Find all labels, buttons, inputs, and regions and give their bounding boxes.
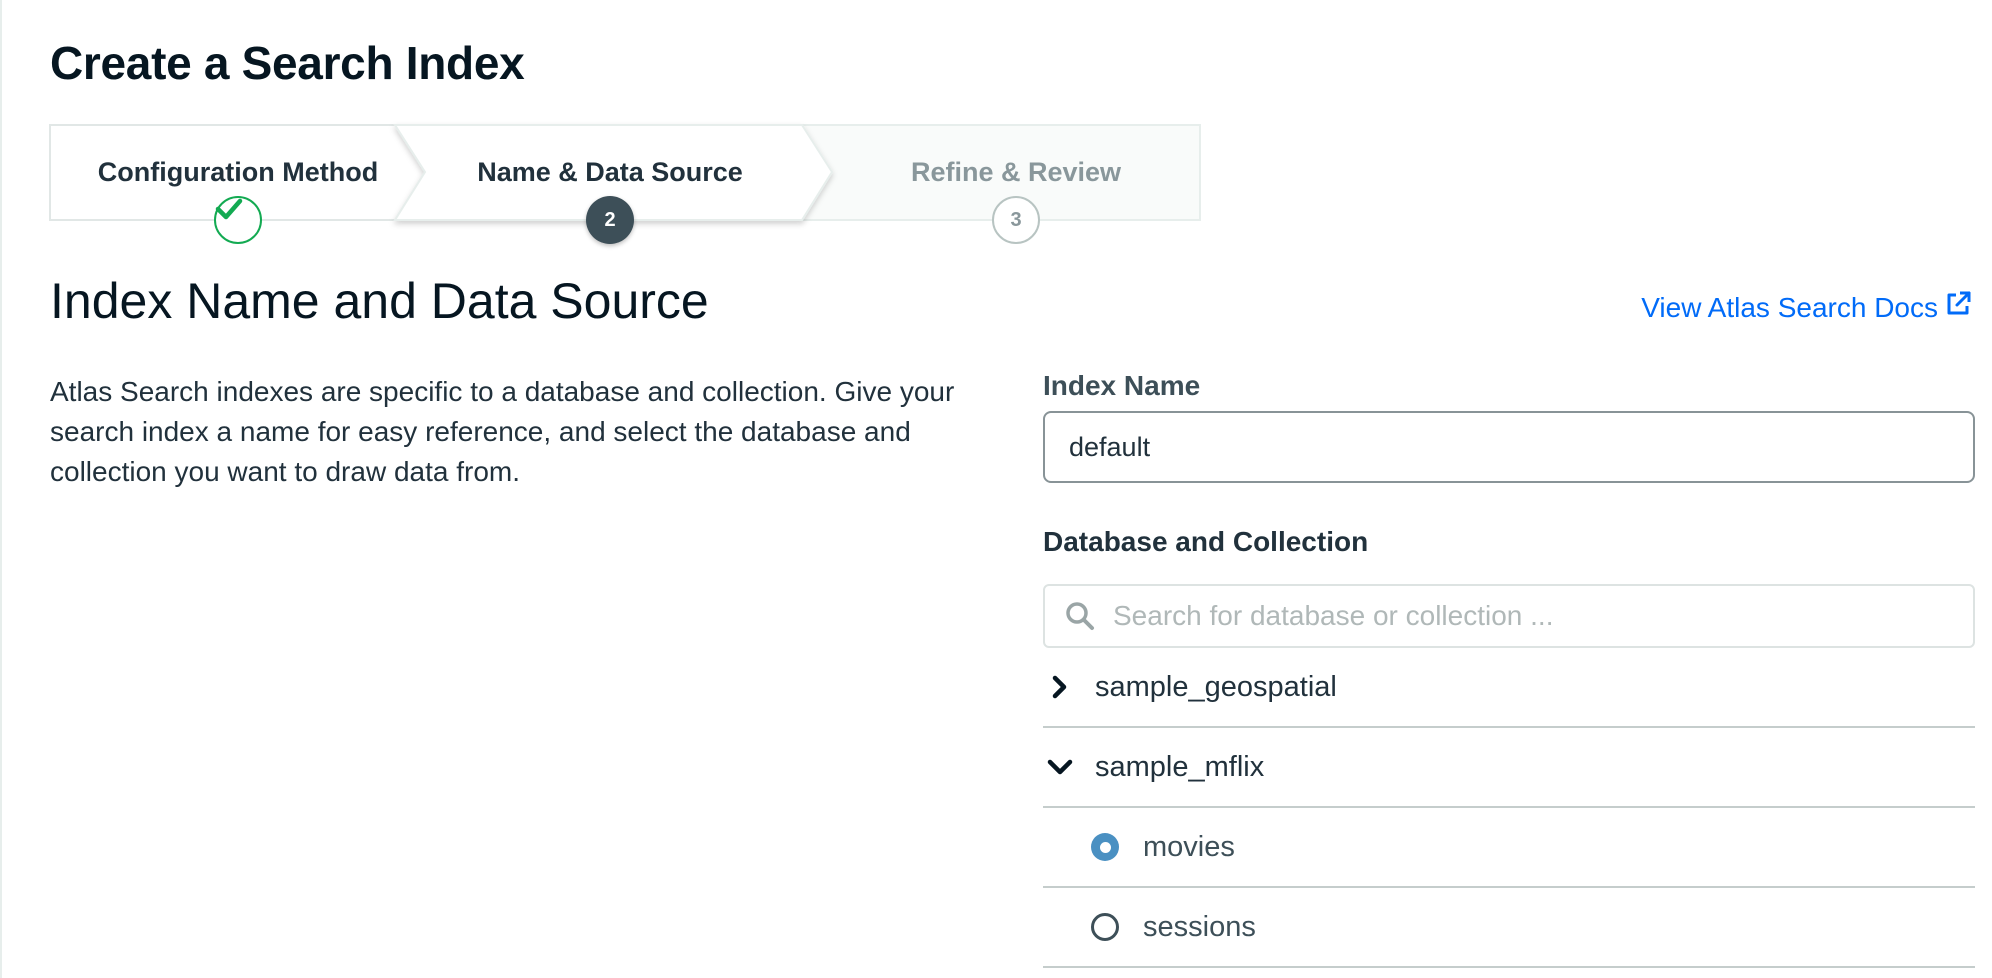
page-title: Create a Search Index — [50, 37, 525, 89]
index-name-label: Index Name — [1043, 370, 1201, 401]
database-name: sample_geospatial — [1095, 670, 1337, 703]
view-docs-link[interactable]: View Atlas Search Docs — [1641, 290, 1972, 325]
database-collection-tree: sample_geospatial sample_mflix movies se… — [1043, 648, 1975, 968]
step-number-badge-active: 2 — [586, 196, 634, 244]
database-name: sample_mflix — [1095, 750, 1265, 783]
database-search-input[interactable] — [1111, 599, 1973, 633]
chevron-right-icon[interactable] — [1045, 675, 1075, 699]
database-row-sample-geospatial[interactable]: sample_geospatial — [1043, 648, 1975, 728]
radio-selected[interactable] — [1091, 833, 1119, 861]
step-name-data-source[interactable]: Name & Data Source — [477, 157, 743, 188]
database-collection-label: Database and Collection — [1043, 526, 1369, 557]
index-name-input[interactable] — [1043, 411, 1975, 483]
collection-name: sessions — [1143, 910, 1256, 943]
step-configuration-method[interactable]: Configuration Method — [98, 157, 378, 188]
wizard-stepper: Configuration Method Name & Data Source … — [49, 124, 1201, 244]
section-description: Atlas Search indexes are specific to a d… — [50, 376, 955, 487]
external-link-icon — [1944, 290, 1972, 325]
database-row-sample-mflix[interactable]: sample_mflix — [1043, 728, 1975, 808]
docs-link-label[interactable]: View Atlas Search Docs — [1641, 292, 1938, 324]
step-refine-review: Refine & Review — [910, 157, 1122, 187]
chevron-down-icon[interactable] — [1045, 758, 1075, 776]
left-border — [0, 0, 2, 978]
radio-unselected[interactable] — [1091, 913, 1119, 941]
collection-row-sessions[interactable]: sessions — [1043, 888, 1975, 968]
collection-name: movies — [1143, 830, 1235, 863]
collection-row-movies[interactable]: movies — [1043, 808, 1975, 888]
database-search-field[interactable] — [1043, 584, 1975, 648]
step-complete-check-icon — [214, 196, 262, 244]
step-number-badge-pending: 3 — [992, 196, 1040, 244]
section-title: Index Name and Data Source — [50, 273, 709, 329]
search-icon — [1065, 601, 1105, 631]
